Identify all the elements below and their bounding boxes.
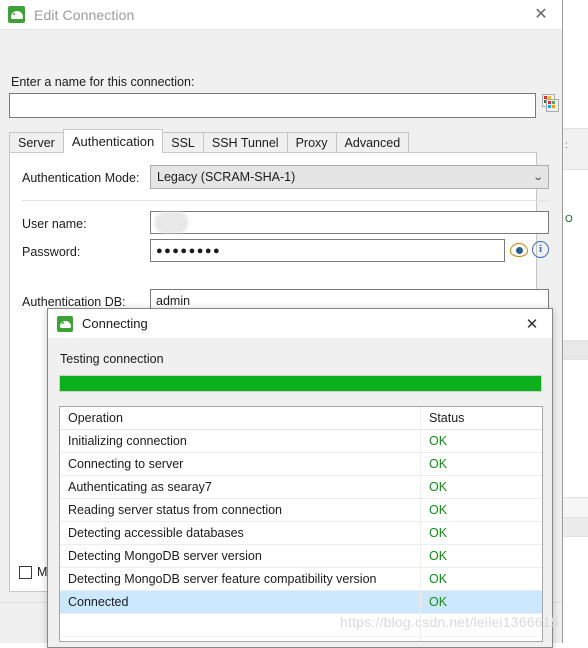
tab-bar: Server Authentication SSL SSH Tunnel Pro…: [9, 129, 537, 153]
cell-status: OK: [420, 545, 542, 567]
tab-server[interactable]: Server: [9, 132, 64, 153]
cell-status: [420, 637, 542, 641]
form-divider: [22, 200, 549, 201]
connecting-dialog-titlebar: Connecting ✕: [48, 309, 552, 339]
color-palette-icon[interactable]: [542, 94, 560, 114]
table-row[interactable]: Detecting accessible databases OK: [60, 522, 542, 545]
table-row[interactable]: Detecting MongoDB server feature compati…: [60, 568, 542, 591]
username-label: User name:: [22, 217, 87, 231]
tab-advanced[interactable]: Advanced: [335, 132, 410, 153]
username-input[interactable]: [150, 211, 549, 234]
window-titlebar: Edit Connection ✕: [0, 0, 562, 30]
tab-ssh-tunnel[interactable]: SSH Tunnel: [202, 132, 288, 153]
password-label: Password:: [22, 245, 81, 259]
cell-operation: Detecting accessible databases: [68, 526, 244, 540]
username-redaction-blur: [155, 212, 188, 233]
close-icon[interactable]: ✕: [512, 309, 552, 339]
authentication-mode-value: Legacy (SCRAM-SHA-1): [157, 170, 296, 184]
cell-status: OK: [420, 591, 542, 613]
window-title: Edit Connection: [34, 6, 135, 23]
table-header-row: Operation Status: [60, 407, 542, 430]
table-row[interactable]: Authenticating as searay7 OK: [60, 476, 542, 499]
info-icon[interactable]: i: [532, 241, 549, 258]
mongodb-leaf-icon: [8, 6, 25, 23]
cell-status: OK: [420, 430, 542, 452]
password-input[interactable]: [150, 239, 505, 262]
background-window-text: O: [565, 214, 573, 225]
progress-bar: [59, 375, 542, 392]
background-window-strip: [562, 497, 588, 519]
cell-status: OK: [420, 568, 542, 590]
cell-operation: Detecting MongoDB server feature compati…: [68, 572, 377, 586]
progress-bar-fill: [60, 376, 541, 391]
bottom-checkbox[interactable]: M: [19, 565, 47, 579]
cell-operation: Connecting to server: [68, 457, 184, 471]
table-row[interactable]: Connecting to server OK: [60, 453, 542, 476]
cell-status: OK: [420, 476, 542, 498]
cell-operation: Initializing connection: [68, 434, 187, 448]
connecting-dialog: Connecting ✕ Testing connection Operatio…: [47, 308, 553, 648]
checkbox-box[interactable]: [19, 565, 32, 579]
authentication-mode-select[interactable]: Legacy (SCRAM-SHA-1) ⌄: [150, 165, 549, 189]
tab-authentication[interactable]: Authentication: [62, 129, 164, 153]
table-row[interactable]: Reading server status from connection OK: [60, 499, 542, 522]
cell-status: [420, 614, 542, 636]
connection-name-input[interactable]: [9, 93, 536, 118]
connection-name-label: Enter a name for this connection:: [11, 75, 195, 89]
background-window-strip: [562, 340, 588, 360]
cell-status: OK: [420, 499, 542, 521]
mongodb-leaf-icon: [57, 315, 73, 332]
background-window-text: :: [565, 140, 568, 151]
operations-table: Operation Status Initializing connection…: [59, 406, 543, 642]
table-row[interactable]: Initializing connection OK: [60, 430, 542, 453]
column-header-operation: Operation: [68, 411, 123, 425]
cell-status: OK: [420, 522, 542, 544]
table-row-empty: [60, 614, 542, 637]
cell-operation: Detecting MongoDB server version: [68, 549, 262, 563]
eye-icon[interactable]: [510, 243, 528, 257]
column-header-status: Status: [420, 407, 542, 429]
table-row[interactable]: Connected OK: [60, 591, 542, 614]
authentication-mode-label: Authentication Mode:: [22, 171, 140, 185]
bottom-checkbox-label: M: [37, 565, 48, 579]
connecting-status-text: Testing connection: [60, 352, 164, 366]
authentication-db-label: Authentication DB:: [22, 295, 126, 309]
close-icon[interactable]: ✕: [520, 0, 562, 30]
tab-ssl[interactable]: SSL: [162, 132, 204, 153]
tab-proxy[interactable]: Proxy: [286, 132, 337, 153]
cell-status: OK: [420, 453, 542, 475]
chevron-down-icon: ⌄: [532, 171, 544, 183]
background-window[interactable]: : O: [561, 0, 588, 643]
table-row-empty: [60, 637, 542, 641]
cell-operation: Reading server status from connection: [68, 503, 282, 517]
cell-operation: Connected: [68, 595, 129, 609]
cell-operation: Authenticating as searay7: [68, 480, 212, 494]
table-row[interactable]: Detecting MongoDB server version OK: [60, 545, 542, 568]
connecting-dialog-title: Connecting: [82, 316, 148, 331]
background-window-strip: [562, 517, 588, 537]
